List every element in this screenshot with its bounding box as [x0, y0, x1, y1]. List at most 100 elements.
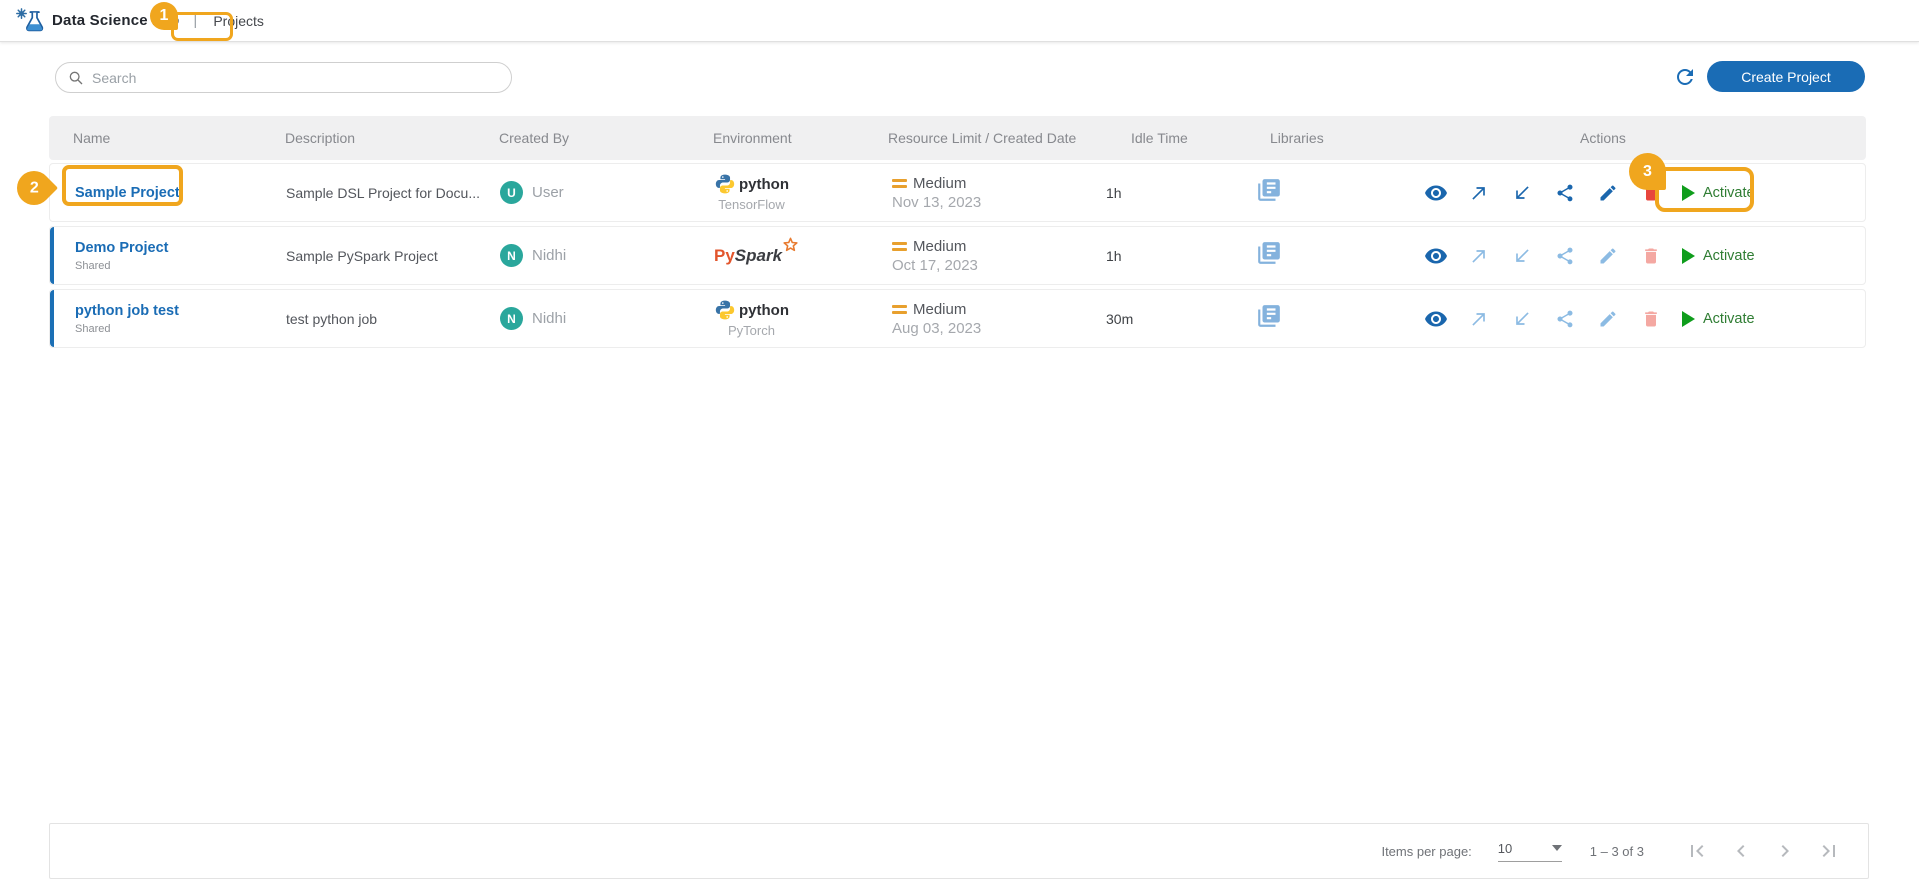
breadcrumb-separator: |: [193, 12, 197, 29]
previous-page-button[interactable]: [1726, 836, 1756, 866]
import-button[interactable]: [1510, 182, 1534, 204]
chevron-left-icon: [1729, 839, 1753, 863]
edit-button[interactable]: [1596, 245, 1620, 267]
creator-name: Nidhi: [532, 310, 566, 327]
libraries-button[interactable]: [1256, 240, 1282, 266]
creator-name: Nidhi: [532, 247, 566, 264]
pyspark-logo-py: Py: [714, 246, 735, 265]
resource-limit-value: Medium: [913, 175, 966, 192]
trash-icon: [1641, 246, 1661, 266]
idle-time-value: 1h: [1106, 185, 1256, 201]
view-button[interactable]: [1424, 245, 1448, 267]
table-row-demo-project: Demo Project Shared Sample PySpark Proje…: [49, 226, 1866, 285]
pencil-icon: [1598, 183, 1618, 203]
share-icon: [1555, 246, 1575, 266]
view-button[interactable]: [1424, 308, 1448, 330]
share-icon: [1555, 183, 1575, 203]
play-icon: [1682, 311, 1695, 327]
export-button[interactable]: [1467, 245, 1491, 267]
created-date: Nov 13, 2023: [892, 194, 1106, 211]
pagination-range: 1 – 3 of 3: [1590, 844, 1644, 859]
activate-button[interactable]: Activate: [1682, 185, 1755, 201]
libraries-button[interactable]: [1256, 177, 1282, 203]
import-button[interactable]: [1510, 308, 1534, 330]
page: Data Science Lab | Projects Create Proje…: [0, 0, 1919, 888]
share-button[interactable]: [1553, 308, 1577, 330]
create-project-button[interactable]: Create Project: [1707, 61, 1865, 92]
app-logo-flask-icon: [14, 6, 44, 36]
shared-badge: Shared: [75, 323, 286, 335]
view-button[interactable]: [1424, 182, 1448, 204]
environment-name: python: [739, 176, 789, 193]
environment-framework: PyTorch: [728, 323, 775, 338]
resource-limit-value: Medium: [913, 301, 966, 318]
table-header-row: Name Description Created By Environment …: [49, 116, 1866, 160]
next-page-button[interactable]: [1770, 836, 1800, 866]
play-icon: [1682, 185, 1695, 201]
created-date: Oct 17, 2023: [892, 257, 1106, 274]
chevron-right-icon: [1773, 839, 1797, 863]
delete-button[interactable]: [1639, 182, 1663, 204]
idle-time-value: 1h: [1106, 248, 1256, 264]
project-description: Sample PySpark Project: [286, 248, 500, 264]
shared-badge: Shared: [75, 260, 286, 272]
chevron-down-icon: [1552, 845, 1562, 851]
first-page-button[interactable]: [1682, 836, 1712, 866]
edit-button[interactable]: [1596, 308, 1620, 330]
column-header-description: Description: [285, 130, 499, 146]
activate-button[interactable]: Activate: [1682, 311, 1755, 327]
project-link-sample-project[interactable]: Sample Project: [75, 185, 180, 201]
python-logo-icon: [714, 299, 736, 321]
project-description: Sample DSL Project for Docu...: [286, 185, 500, 201]
play-icon: [1682, 248, 1695, 264]
delete-button[interactable]: [1639, 245, 1663, 267]
delete-button[interactable]: [1639, 308, 1663, 330]
column-header-libraries: Libraries: [1255, 130, 1415, 146]
created-date: Aug 03, 2023: [892, 320, 1106, 337]
column-header-environment: Environment: [713, 130, 888, 146]
idle-time-value: 30m: [1106, 311, 1256, 327]
pencil-icon: [1598, 309, 1618, 329]
export-button[interactable]: [1467, 308, 1491, 330]
last-page-button[interactable]: [1814, 836, 1844, 866]
project-description: test python job: [286, 311, 500, 327]
resource-limit-icon: [892, 179, 907, 188]
search-input[interactable]: [92, 70, 511, 86]
libraries-button[interactable]: [1256, 303, 1282, 329]
import-button[interactable]: [1510, 245, 1534, 267]
libraries-icon: [1256, 240, 1282, 266]
resource-limit-value: Medium: [913, 238, 966, 255]
column-header-resource-limit: Resource Limit / Created Date: [888, 130, 1105, 146]
creator-avatar: N: [500, 244, 523, 267]
activate-button[interactable]: Activate: [1682, 248, 1755, 264]
pencil-icon: [1598, 246, 1618, 266]
share-icon: [1555, 309, 1575, 329]
export-button[interactable]: [1467, 182, 1491, 204]
last-page-icon: [1817, 839, 1841, 863]
resource-limit-icon: [892, 242, 907, 251]
creator-avatar: U: [500, 181, 523, 204]
resource-limit-icon: [892, 305, 907, 314]
trash-icon: [1641, 183, 1661, 203]
libraries-icon: [1256, 177, 1282, 203]
share-button[interactable]: [1553, 182, 1577, 204]
creator-name: User: [532, 184, 564, 201]
edit-button[interactable]: [1596, 182, 1620, 204]
search-box[interactable]: [55, 62, 512, 93]
items-per-page-select[interactable]: 10: [1498, 841, 1562, 862]
column-header-created-by: Created By: [499, 130, 713, 146]
project-link-demo-project[interactable]: Demo Project: [75, 240, 168, 256]
activate-label: Activate: [1703, 311, 1755, 327]
arrow-down-left-icon: [1512, 183, 1532, 203]
project-link-python-job-test[interactable]: python job test: [75, 303, 179, 319]
refresh-button[interactable]: [1673, 65, 1697, 89]
spark-star-icon: [781, 236, 800, 255]
eye-icon: [1424, 307, 1448, 331]
share-button[interactable]: [1553, 245, 1577, 267]
breadcrumb-projects[interactable]: Projects: [207, 13, 270, 29]
items-per-page-label: Items per page:: [1381, 844, 1471, 859]
arrow-up-right-icon: [1469, 309, 1489, 329]
first-page-icon: [1685, 839, 1709, 863]
arrow-up-right-icon: [1469, 183, 1489, 203]
top-bar: Data Science Lab | Projects: [0, 0, 1919, 42]
